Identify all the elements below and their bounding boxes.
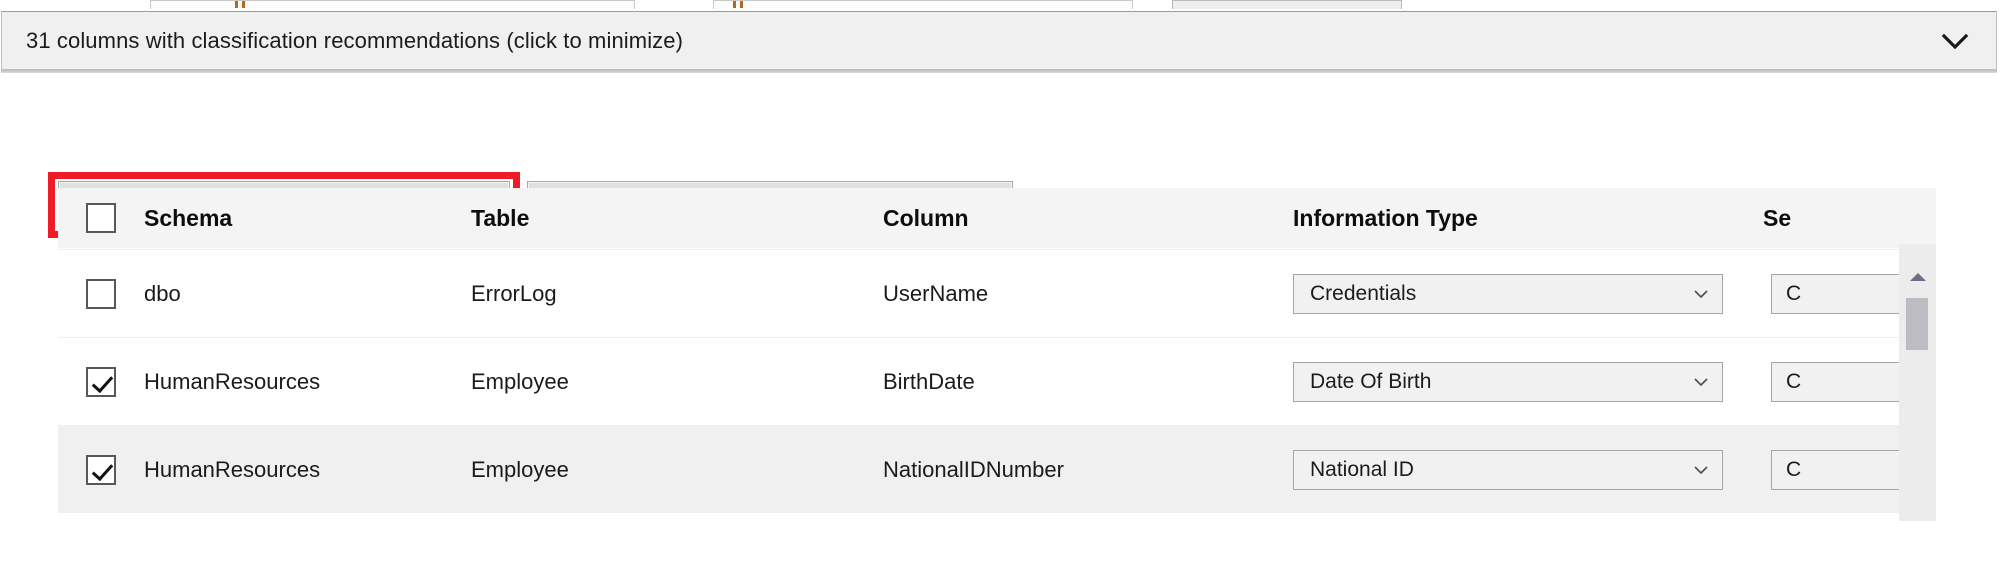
row-select-cell [58,279,144,309]
recommendations-banner-label: 31 columns with classification recommend… [26,28,683,54]
table-header-row: Schema Table Column Information Type Se [58,188,1936,249]
cell-table: ErrorLog [471,281,883,307]
cell-schema: HumanResources [144,369,471,395]
clipped-caret-2 [242,1,245,8]
sensitivity-label-dropdown-value: C [1786,282,1801,306]
cell-information-type: Credentials [1293,274,1763,314]
information-type-dropdown[interactable]: Date Of Birth [1293,362,1723,402]
recommendations-table: Schema Table Column Information Type Se … [58,188,1936,513]
cell-schema: HumanResources [144,457,471,483]
clipped-field-stub-3 [1172,0,1402,9]
column-header-information-type[interactable]: Information Type [1293,205,1763,232]
sensitivity-label-dropdown-value: C [1786,370,1801,394]
recommendations-action-toolbar: Save selected recommendations Dismiss se… [0,86,2000,156]
cell-column: UserName [883,281,1293,307]
banner-shadow-divider [1,70,1997,73]
cell-information-type: Date Of Birth [1293,362,1763,402]
column-header-column[interactable]: Column [883,205,1293,232]
select-all-checkbox[interactable] [86,203,116,233]
scroll-up-arrow-icon[interactable] [1899,266,1936,288]
cell-information-type: National ID [1293,450,1763,490]
clipped-caret-3 [733,1,736,8]
cell-table: Employee [471,369,883,395]
clipped-field-stub-1 [150,0,635,9]
chevron-down-icon[interactable] [1693,374,1709,390]
table-row[interactable]: dbo ErrorLog UserName Credentials C [58,249,1936,337]
table-row[interactable]: HumanResources Employee NationalIDNumber… [58,425,1936,513]
select-all-cell [58,203,144,233]
information-type-dropdown-value: National ID [1310,458,1414,482]
clipped-field-stub-2 [713,0,1133,9]
scrollbar-thumb[interactable] [1906,298,1928,350]
clipped-caret-1 [235,1,238,8]
column-header-schema[interactable]: Schema [144,205,471,232]
bottom-gutter-mask [0,521,2000,565]
cell-table: Employee [471,457,883,483]
row-select-checkbox[interactable] [86,279,116,309]
right-gutter-mask [1936,188,2000,528]
information-type-dropdown[interactable]: National ID [1293,450,1723,490]
clipped-caret-4 [740,1,743,8]
table-vertical-scrollbar[interactable] [1899,244,1936,521]
chevron-down-icon[interactable] [1938,24,1972,58]
cell-schema: dbo [144,281,471,307]
row-select-checkbox[interactable] [86,455,116,485]
clipped-form-chrome-above [0,0,2000,10]
information-type-dropdown-value: Credentials [1310,282,1416,306]
chevron-down-icon[interactable] [1693,286,1709,302]
sensitivity-label-dropdown-value: C [1786,458,1801,482]
cell-column: BirthDate [883,369,1293,395]
information-type-dropdown-value: Date Of Birth [1310,370,1431,394]
row-select-cell [58,455,144,485]
table-row[interactable]: HumanResources Employee BirthDate Date O… [58,337,1936,425]
column-header-table[interactable]: Table [471,205,883,232]
information-type-dropdown[interactable]: Credentials [1293,274,1723,314]
row-select-cell [58,367,144,397]
recommendations-banner[interactable]: 31 columns with classification recommend… [1,11,1997,70]
column-header-sensitivity-label[interactable]: Se [1763,205,1936,232]
chevron-down-icon[interactable] [1693,462,1709,478]
row-select-checkbox[interactable] [86,367,116,397]
cell-column: NationalIDNumber [883,457,1293,483]
